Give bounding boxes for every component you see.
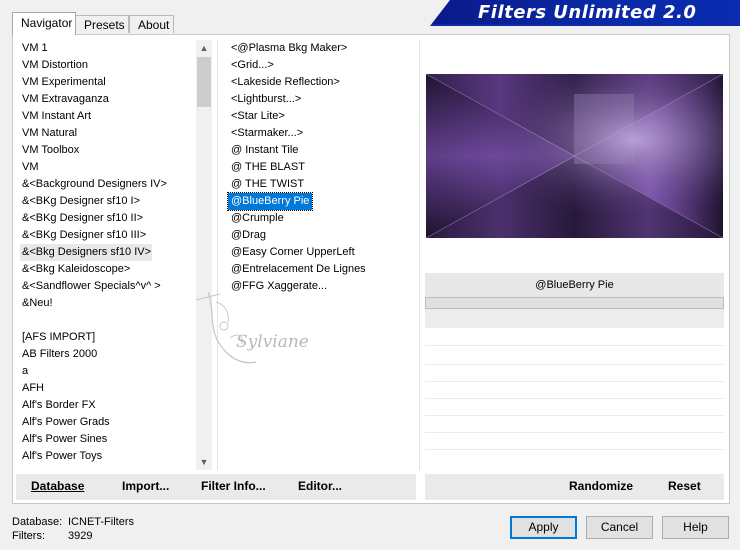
- control-row: [425, 345, 724, 346]
- filter-row: @Entrelacement De Lignes: [228, 261, 414, 278]
- editor-button[interactable]: Editor...: [298, 479, 342, 493]
- control-row: [425, 432, 724, 433]
- cancel-button[interactable]: Cancel: [586, 516, 653, 539]
- filter-row: @BlueBerry Pie: [226, 192, 414, 211]
- filter-item[interactable]: @Entrelacement De Lignes: [228, 261, 414, 278]
- filter-info-button[interactable]: Filter Info...: [201, 479, 266, 493]
- category-item[interactable]: VM Toolbox: [20, 142, 196, 159]
- filter-row: <Lakeside Reflection>: [228, 74, 414, 91]
- category-item[interactable]: AFH: [20, 380, 196, 397]
- filter-name-display: @BlueBerry Pie: [425, 273, 724, 297]
- category-item[interactable]: AB Filters 2000: [20, 346, 196, 363]
- filter-row: <Lightburst...>: [228, 91, 414, 108]
- category-item[interactable]: VM Experimental: [20, 74, 196, 91]
- filter-item[interactable]: <@Plasma Bkg Maker>: [228, 40, 414, 57]
- category-item[interactable]: VM Distortion: [20, 57, 196, 74]
- category-item[interactable]: &<Bkg Kaleidoscope>: [20, 261, 196, 278]
- category-item[interactable]: &<BKg Designer sf10 I>: [20, 193, 196, 210]
- filter-item[interactable]: @ THE TWIST: [228, 176, 414, 193]
- filter-row: @Drag: [228, 227, 414, 244]
- filter-control-area: [425, 309, 724, 328]
- help-button[interactable]: Help: [662, 516, 729, 539]
- category-item[interactable]: VM Instant Art: [20, 108, 196, 125]
- category-item[interactable]: VM: [20, 159, 196, 176]
- filter-item[interactable]: <Starmaker...>: [228, 125, 414, 142]
- category-item[interactable]: Alf's Power Grads: [20, 414, 196, 431]
- filter-item[interactable]: @Drag: [228, 227, 414, 244]
- category-item[interactable]: Alf's Border FX: [20, 397, 196, 414]
- filter-preview-image: [426, 74, 723, 238]
- category-item[interactable]: a: [20, 363, 196, 380]
- category-item[interactable]: VM Extravaganza: [20, 91, 196, 108]
- filter-item[interactable]: @FFG Xaggerate...: [228, 278, 414, 295]
- control-row: [425, 449, 724, 450]
- control-row: [425, 364, 724, 365]
- filter-item[interactable]: @BlueBerry Pie: [226, 192, 314, 211]
- filter-row: <Star Lite>: [228, 108, 414, 125]
- tab-presets[interactable]: Presets: [75, 15, 129, 33]
- category-item[interactable]: VM 1: [20, 40, 196, 57]
- filters-count: 3929: [68, 530, 93, 542]
- category-item[interactable]: &<Bkg Designers sf10 IV>: [20, 244, 152, 261]
- category-item[interactable]: [AFS IMPORT]: [20, 329, 196, 346]
- filter-item[interactable]: <Lightburst...>: [228, 91, 414, 108]
- filter-row: <Starmaker...>: [228, 125, 414, 142]
- filter-row: <Grid...>: [228, 57, 414, 74]
- title-banner: Filters Unlimited 2.0: [430, 0, 740, 26]
- randomize-button[interactable]: Randomize: [569, 479, 633, 493]
- filter-row: @ Instant Tile: [228, 142, 414, 159]
- category-item[interactable]: &Neu!: [20, 295, 196, 312]
- filter-list[interactable]: <@Plasma Bkg Maker> <Grid...> <Lakeside Re…: [226, 40, 414, 295]
- filters-label: Filters:: [12, 530, 45, 542]
- category-list[interactable]: VM 1 VM Distortion VM Experimental VM Extra…: [20, 40, 196, 468]
- reset-button[interactable]: Reset: [668, 479, 701, 493]
- filter-row: @ THE BLAST: [228, 159, 414, 176]
- category-item[interactable]: &<Background Designers IV>: [20, 176, 196, 193]
- chevron-down-icon[interactable]: ▼: [196, 454, 212, 470]
- category-item[interactable]: VM Natural: [20, 125, 196, 142]
- category-scrollbar[interactable]: ▲ ▼: [196, 40, 212, 470]
- category-item[interactable]: &<BKg Designer sf10 III>: [20, 227, 196, 244]
- category-item[interactable]: Alf's Power Sines: [20, 431, 196, 448]
- filter-item[interactable]: <Grid...>: [228, 57, 414, 74]
- filter-control-slider[interactable]: [425, 297, 724, 309]
- filter-row: @Easy Corner UpperLeft: [228, 244, 414, 261]
- apply-button[interactable]: Apply: [510, 516, 577, 539]
- database-value: ICNET-Filters: [68, 516, 134, 528]
- tab-navigator[interactable]: Navigator: [12, 12, 76, 35]
- category-item[interactable]: Alf's Power Toys: [20, 448, 196, 465]
- import-button[interactable]: Import...: [122, 479, 169, 493]
- control-row: [425, 415, 724, 416]
- filter-item[interactable]: @ Instant Tile: [228, 142, 414, 159]
- filter-row: @ THE TWIST: [228, 176, 414, 193]
- control-row: [425, 381, 724, 382]
- filter-row: @FFG Xaggerate...: [228, 278, 414, 295]
- database-label: Database:: [12, 516, 63, 528]
- filter-item[interactable]: @Crumple: [228, 210, 414, 227]
- chevron-up-icon[interactable]: ▲: [196, 40, 212, 56]
- filter-item[interactable]: <Lakeside Reflection>: [228, 74, 414, 91]
- filter-item[interactable]: <Star Lite>: [228, 108, 414, 125]
- scrollbar-thumb[interactable]: [197, 57, 211, 107]
- tab-about[interactable]: About: [129, 15, 174, 33]
- divider: [217, 40, 218, 470]
- database-button[interactable]: Database: [31, 479, 84, 493]
- app-title: Filters Unlimited 2.0: [478, 2, 697, 23]
- filter-item[interactable]: @Easy Corner UpperLeft: [228, 244, 414, 261]
- divider: [419, 40, 420, 470]
- filter-row: <@Plasma Bkg Maker>: [228, 40, 414, 57]
- category-item[interactable]: &<Sandflower Specials^v^ >: [20, 278, 196, 295]
- category-item[interactable]: &<BKg Designer sf10 II>: [20, 210, 196, 227]
- category-item[interactable]: Alf's Power Toys: [20, 465, 196, 468]
- filter-row: @Crumple: [228, 210, 414, 227]
- control-row: [425, 398, 724, 399]
- filter-item[interactable]: @ THE BLAST: [228, 159, 414, 176]
